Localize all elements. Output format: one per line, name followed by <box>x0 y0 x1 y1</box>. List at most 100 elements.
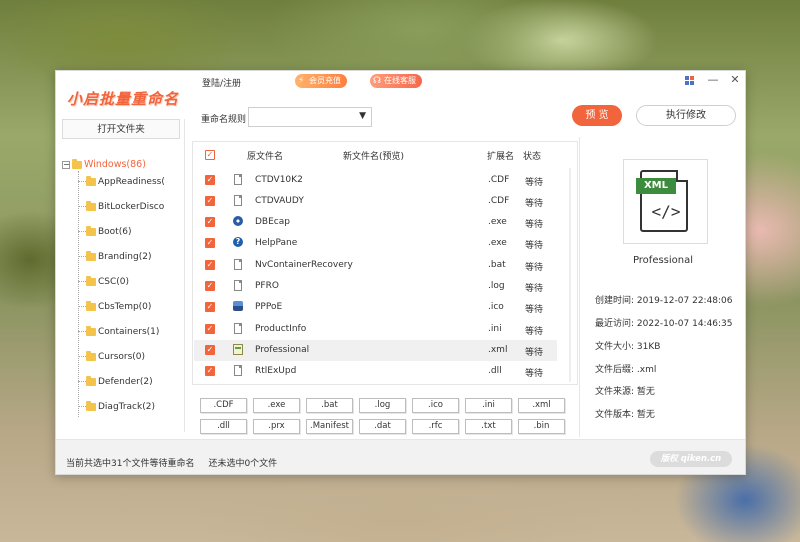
gear-icon <box>233 216 243 228</box>
tree-item-label: AppReadiness( <box>98 177 165 187</box>
close-button[interactable]: ✕ <box>728 73 742 87</box>
xml-file-icon: XML </> <box>623 159 708 244</box>
row-checkbox[interactable]: ✓ <box>205 324 215 334</box>
folder-icon <box>86 225 96 236</box>
row-checkbox[interactable]: ✓ <box>205 302 215 312</box>
tree-item[interactable]: CSC(0) <box>78 275 129 291</box>
ext-filter-button[interactable]: .log <box>359 398 406 413</box>
open-folder-button[interactable]: 打开文件夹 <box>62 119 180 139</box>
column-original-name: 原文件名 <box>247 152 284 162</box>
online-service-button[interactable]: ☊ 在线客服 <box>370 74 422 88</box>
ext-filter-button[interactable]: .dll <box>200 419 247 434</box>
document-icon <box>233 280 243 292</box>
row-original-name: ProductInfo <box>255 324 307 334</box>
folder-icon <box>86 375 96 386</box>
table-row[interactable]: ✓ ? HelpPane .exe 等待 <box>194 233 557 254</box>
row-checkbox[interactable]: ✓ <box>205 238 215 248</box>
tree-item[interactable]: Branding(2) <box>78 250 151 266</box>
tree-item-label: DiagTrack(2) <box>98 402 155 412</box>
document-icon <box>233 195 243 207</box>
document-icon <box>233 174 243 186</box>
table-row[interactable]: ✓ CTDV10K2 .CDF 等待 <box>194 170 557 191</box>
table-scrollbar[interactable] <box>565 168 575 382</box>
app-logo: 小启批量重命名 <box>66 89 179 108</box>
meta-label: 最近访问: <box>595 319 635 329</box>
table-row[interactable]: ✓ PPPoE .ico 等待 <box>194 297 557 318</box>
tree-item[interactable]: DiagTrack(2) <box>78 400 155 416</box>
document-icon <box>233 323 243 335</box>
rename-rule-select[interactable]: ▼ <box>248 107 372 127</box>
collapse-icon[interactable]: − <box>62 160 70 169</box>
tree-item[interactable]: CbsTemp(0) <box>78 300 151 316</box>
table-row[interactable]: ✓ RtlExUpd .dll 等待 <box>194 361 557 382</box>
ext-filter-button[interactable]: .xml <box>518 398 565 413</box>
meta-accessed: 最近访问: 2022-10-07 14:46:35 <box>595 316 733 329</box>
tree-item[interactable]: Containers(1) <box>78 325 160 341</box>
extension-filter-area: .CDF .exe .bat .log .ico .ini .xml .dll … <box>192 391 578 437</box>
ext-filter-button[interactable]: .prx <box>253 419 300 434</box>
tree-item[interactable]: Boot(6) <box>78 225 131 241</box>
ext-filter-button[interactable]: .Manifest <box>306 419 353 434</box>
tree-item[interactable]: Cursors(0) <box>78 350 145 366</box>
folder-tree: − Windows(86) AppReadiness( BitLockerDisc… <box>62 159 178 421</box>
row-status: 等待 <box>525 369 544 379</box>
minimize-button[interactable]: — <box>706 73 720 87</box>
meta-value: .xml <box>636 365 657 375</box>
row-checkbox[interactable]: ✓ <box>205 217 215 227</box>
ext-filter-button[interactable]: .dat <box>359 419 406 434</box>
table-row[interactable]: ✓ PFRO .log 等待 <box>194 276 557 297</box>
folder-icon <box>86 300 96 311</box>
meta-value: 2019-12-07 22:48:06 <box>636 296 733 306</box>
row-status: 等待 <box>525 284 544 294</box>
login-register-link[interactable]: 登陆/注册 <box>202 76 241 89</box>
table-row-selected[interactable]: ✓ Professional .xml 等待 <box>194 340 557 361</box>
ext-filter-button[interactable]: .ico <box>412 398 459 413</box>
network-icon <box>233 301 243 313</box>
meta-value: 2022-10-07 14:46:35 <box>636 319 733 329</box>
row-checkbox[interactable]: ✓ <box>205 281 215 291</box>
help-icon: ? <box>233 237 243 249</box>
row-status: 等待 <box>525 241 544 251</box>
select-all-checkbox[interactable]: ✓ <box>205 150 215 160</box>
folder-icon <box>86 175 96 186</box>
apps-grid-button[interactable] <box>682 73 696 87</box>
row-checkbox[interactable]: ✓ <box>205 175 215 185</box>
row-checkbox[interactable]: ✓ <box>205 345 215 355</box>
table-row[interactable]: ✓ DBEcap .exe 等待 <box>194 212 557 233</box>
tree-item[interactable]: BitLockerDisco <box>78 200 164 216</box>
row-original-name: CTDV10K2 <box>255 175 303 185</box>
meta-version: 文件版本: 暂无 <box>595 407 655 420</box>
folder-icon <box>86 250 96 261</box>
row-original-name: CTDVAUDY <box>255 196 304 206</box>
ext-filter-button[interactable]: .exe <box>253 398 300 413</box>
ext-filter-button[interactable]: .txt <box>465 419 512 434</box>
tree-item[interactable]: AppReadiness( <box>78 175 165 191</box>
meta-label: 文件版本: <box>595 410 635 420</box>
ext-filter-button[interactable]: .CDF <box>200 398 247 413</box>
execute-rename-button[interactable]: 执行修改 <box>636 105 736 126</box>
tree-root-windows[interactable]: − Windows(86) <box>62 159 146 170</box>
ext-filter-button[interactable]: .ini <box>465 398 512 413</box>
ext-filter-button[interactable]: .bin <box>518 419 565 434</box>
vip-recharge-button[interactable]: ⚡ 会员充值 <box>295 74 347 88</box>
meta-label: 创建时间: <box>595 296 635 306</box>
row-extension: .exe <box>488 238 507 248</box>
row-checkbox[interactable]: ✓ <box>205 366 215 376</box>
row-status: 等待 <box>525 263 544 273</box>
table-row[interactable]: ✓ CTDVAUDY .CDF 等待 <box>194 191 557 212</box>
ext-filter-button[interactable]: .rfc <box>412 419 459 434</box>
dropdown-arrow-icon[interactable]: ▼ <box>359 111 366 121</box>
preview-button[interactable]: 预 览 <box>572 105 622 126</box>
row-extension: .xml <box>488 345 508 355</box>
tree-item[interactable]: Defender(2) <box>78 375 153 391</box>
tree-item-label: Containers(1) <box>98 327 160 337</box>
copyright-watermark: 版权 qiken.cn <box>650 451 732 467</box>
status-text: 当前共选中31个文件等待重命名 还未选中0个文件 <box>66 456 277 469</box>
table-row[interactable]: ✓ NvContainerRecovery .bat 等待 <box>194 255 557 276</box>
meta-size: 文件大小: 31KB <box>595 339 660 352</box>
table-row[interactable]: ✓ ProductInfo .ini 等待 <box>194 319 557 340</box>
row-checkbox[interactable]: ✓ <box>205 196 215 206</box>
row-checkbox[interactable]: ✓ <box>205 260 215 270</box>
left-panel: 打开文件夹 − Windows(86) AppReadiness( BitLock… <box>56 119 185 432</box>
ext-filter-button[interactable]: .bat <box>306 398 353 413</box>
